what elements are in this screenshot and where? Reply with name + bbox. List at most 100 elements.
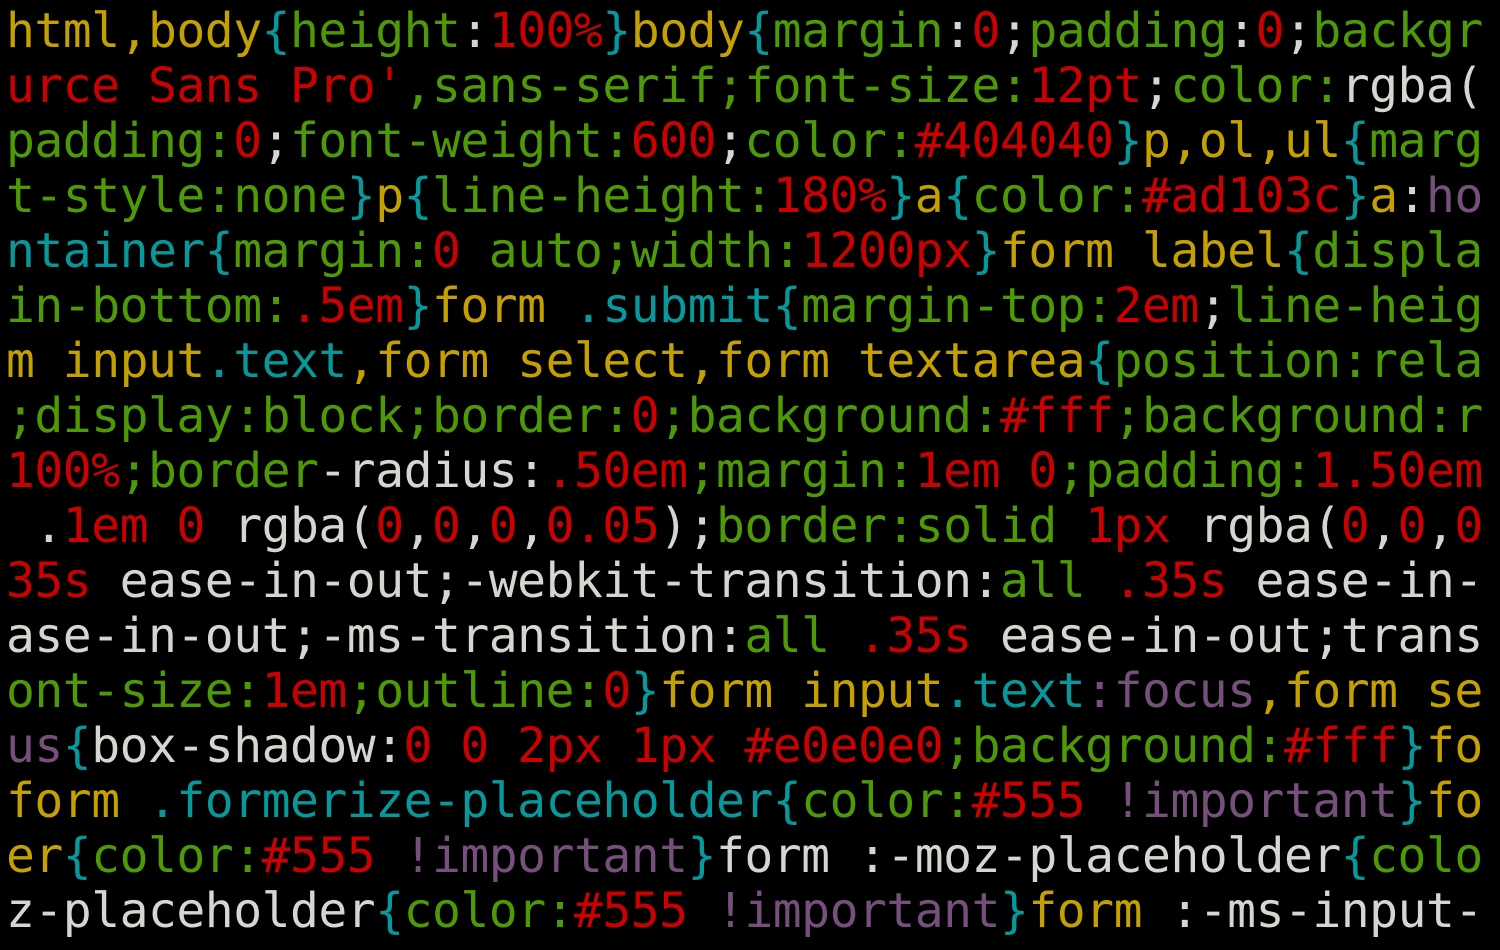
code-line: ntainer{margin:0 auto;width:1200px}form … [6, 224, 1483, 279]
code-token: } [1340, 168, 1370, 224]
code-token: ;background:r [1113, 388, 1484, 444]
code-token: ;border [119, 443, 319, 499]
code-token: ; [1141, 58, 1171, 114]
code-line: 35s ease-in-out;-webkit-transition:all .… [6, 554, 1483, 609]
code-token: marg [1369, 113, 1483, 169]
code-token: font-weight: [290, 113, 631, 169]
code-token: margin [772, 3, 944, 59]
code-token: ; [261, 113, 291, 169]
code-token: .50em [545, 443, 689, 499]
code-token: } [1113, 113, 1143, 169]
code-token: #555 [261, 828, 376, 884]
code-token: } [346, 168, 376, 224]
code-line: er{color:#555 !important}form :-moz-plac… [6, 829, 1483, 884]
code-token: 0 [432, 498, 461, 554]
code-token: : [943, 3, 972, 59]
code-token: { [772, 773, 802, 829]
code-token: : [1397, 168, 1427, 224]
code-token: color: [801, 773, 972, 829]
terminal-window[interactable]: html,body{height:100%}body{margin:0;padd… [0, 0, 1500, 950]
code-token: 2em [1113, 278, 1200, 334]
code-token: { [403, 168, 433, 224]
code-token: us [6, 718, 63, 774]
code-token: z-placeholder [6, 883, 376, 939]
code-token: { [261, 3, 291, 59]
code-token: displa [1312, 223, 1483, 279]
code-line: .1em 0 rgba(0,0,0,0.05);border:solid 1px… [6, 499, 1483, 554]
code-token: rgba( [1340, 58, 1484, 114]
code-token: all [999, 553, 1114, 609]
code-token: .submit [573, 278, 773, 334]
code-token: 1em 0 [914, 443, 1058, 499]
code-token: #555 [971, 773, 1086, 829]
code-token: :-ms-input- [1170, 883, 1483, 939]
code-token: ,form se [1255, 663, 1484, 719]
code-token: color: [91, 828, 262, 884]
code-token: : [1227, 3, 1256, 59]
code-token: !important [687, 883, 1001, 939]
code-token: 0 [375, 498, 404, 554]
code-token: a [1369, 168, 1398, 224]
code-token: #ad103c [1141, 168, 1341, 224]
code-token: ;background: [943, 718, 1284, 774]
code-token: 0 [1255, 3, 1285, 59]
code-token: ease-in-out;-webkit-transition: [91, 553, 1001, 609]
code-token: ; [715, 113, 745, 169]
code-token: colo [1369, 828, 1483, 884]
code-token: #404040 [914, 113, 1114, 169]
code-token: 180% [772, 168, 887, 224]
code-token: #fff [999, 388, 1114, 444]
code-token: } [630, 663, 660, 719]
code-token: in-bottom: [6, 278, 290, 334]
code-token: 0 [233, 113, 262, 169]
code-token: form input [659, 663, 944, 719]
code-token: color: [403, 883, 575, 939]
code-line: m input.text,form select,form textarea{p… [6, 334, 1483, 389]
code-token: a [914, 168, 944, 224]
code-token: { [1085, 333, 1114, 389]
code-line: ase-in-out;-ms-transition:all .35s ease-… [6, 609, 1483, 664]
code-token: .text [204, 333, 348, 389]
code-token: 0 [432, 223, 461, 279]
code-token: 0 [971, 3, 1001, 59]
code-token: } [886, 168, 915, 224]
code-token: ase-in-out;-ms-transition: [6, 608, 745, 664]
code-token: ho [1426, 168, 1483, 224]
code-token: , [403, 498, 433, 554]
code-token: p [375, 168, 404, 224]
code-token: ,form select,form textarea [346, 333, 1086, 389]
code-token: color: [1170, 58, 1341, 114]
code-token: . [6, 498, 63, 554]
code-token: 1200px [801, 223, 972, 279]
code-token: 0 [630, 388, 660, 444]
code-line: 100%;border-radius:.50em;margin:1em 0;pa… [6, 444, 1483, 499]
code-token: { [62, 718, 92, 774]
code-token: position:rela [1113, 333, 1484, 389]
code-token: { [1340, 113, 1370, 169]
code-token: : [460, 3, 489, 59]
code-token: , [1369, 498, 1398, 554]
code-token: 100% [6, 443, 120, 499]
code-token: backgr [1312, 3, 1483, 59]
code-token: , [460, 498, 489, 554]
code-token: auto;width: [460, 223, 802, 279]
code-token: form :-moz-placeholder [715, 828, 1341, 884]
code-token: p,ol,ul [1141, 113, 1341, 169]
code-line: t-style:none}p{line-height:180%}a{color:… [6, 169, 1483, 224]
code-token: 1.50em [1312, 443, 1483, 499]
code-line: html,body{height:100%}body{margin:0;padd… [6, 4, 1483, 59]
code-token: margin-top: [801, 278, 1114, 334]
code-token: } [1397, 718, 1427, 774]
code-line: urce Sans Pro',sans-serif;font-size:12pt… [6, 59, 1483, 114]
code-line: in-bottom:.5em}form .submit{margin-top:2… [6, 279, 1483, 334]
code-token: color: [971, 168, 1143, 224]
code-token: 0 0 2px 1px #e0e0e0 [403, 718, 944, 774]
code-token: 1px [1085, 498, 1171, 554]
code-token: #fff [1283, 718, 1398, 774]
code-token: } [971, 223, 1001, 279]
code-token: ;padding: [1056, 443, 1313, 499]
code-token: ;display:block;border: [6, 388, 631, 444]
code-line: ont-size:1em;outline:0}form input.text:f… [6, 664, 1483, 719]
code-token: } [1397, 773, 1427, 829]
code-token: 0 [1397, 498, 1427, 554]
